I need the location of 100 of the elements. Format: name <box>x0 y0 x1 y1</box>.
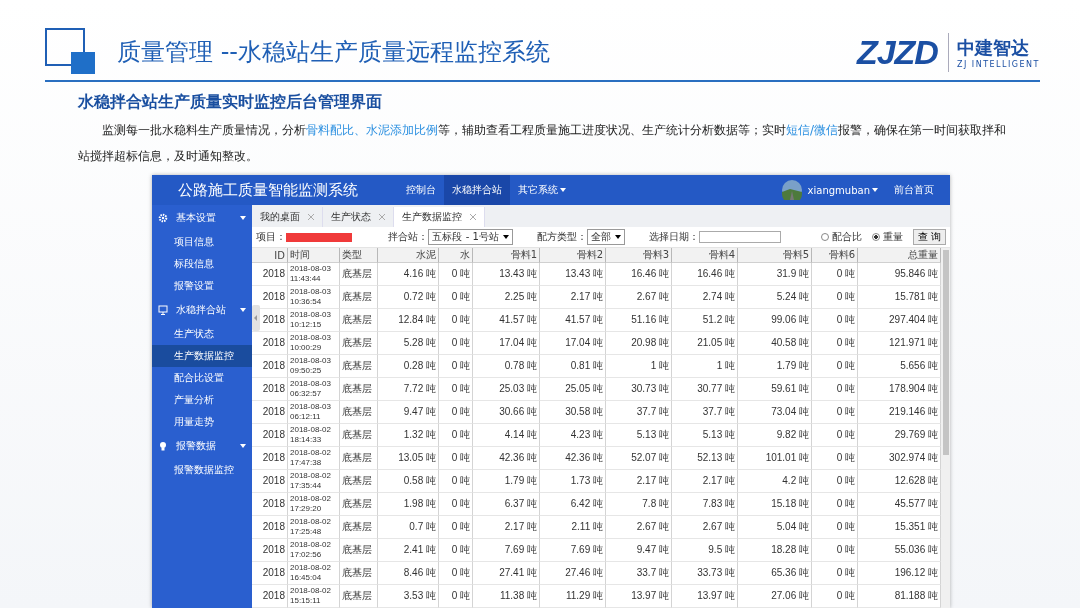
sidebar-item[interactable]: 用量走势 <box>152 411 252 433</box>
table-cell: 2.67 吨 <box>606 286 672 309</box>
radio-option[interactable]: 重量 <box>871 230 903 244</box>
table-cell: 2018-08-02 17:47:38 <box>288 447 340 470</box>
table-cell: 底基层 <box>340 286 378 309</box>
table-cell: 2.17 吨 <box>672 470 738 493</box>
table-cell: 37.7 吨 <box>672 401 738 424</box>
sidebar-group[interactable]: 基本设置 <box>152 205 252 231</box>
column-header: 骨料2 <box>540 248 606 263</box>
close-icon[interactable] <box>470 214 476 220</box>
table-cell: 0 吨 <box>439 309 473 332</box>
table-cell: 2018 <box>252 332 288 355</box>
table-cell: 1.79 吨 <box>738 355 812 378</box>
slide-subtitle: 水稳拌合站生产质量实时监控后台管理界面 <box>78 92 383 113</box>
nav-item[interactable]: 控制台 <box>398 175 444 205</box>
filter-label: 拌合站： <box>388 230 429 244</box>
column-header: 骨料1 <box>473 248 540 263</box>
sidebar-item[interactable]: 产量分析 <box>152 389 252 411</box>
table-cell: 9.82 吨 <box>738 424 812 447</box>
table-cell: 底基层 <box>340 401 378 424</box>
filter-label: 选择日期： <box>648 230 699 244</box>
formula-select[interactable]: 全部 <box>586 229 625 245</box>
column-header: 骨料6 <box>812 248 858 263</box>
sidebar-item[interactable]: 配合比设置 <box>152 367 252 389</box>
table-cell: 0 吨 <box>812 539 858 562</box>
table-cell: 0 吨 <box>812 401 858 424</box>
table-cell: 底基层 <box>340 332 378 355</box>
table-cell: 0 吨 <box>812 493 858 516</box>
table-cell: 0 吨 <box>439 470 473 493</box>
scrollbar[interactable] <box>941 248 950 608</box>
date-field[interactable] <box>698 231 781 243</box>
table-cell: 4.23 吨 <box>540 424 606 447</box>
caret-icon <box>240 216 246 220</box>
collapse-handle-icon[interactable] <box>252 305 260 331</box>
table-cell: 41.57 吨 <box>540 309 606 332</box>
column-header: 类型 <box>340 248 378 263</box>
user-menu[interactable]: xiangmuban <box>807 184 878 196</box>
home-link[interactable]: 前台首页 <box>894 183 934 197</box>
table-cell: 13.97 吨 <box>606 585 672 608</box>
table-cell: 2018-08-03 09:50:25 <box>288 355 340 378</box>
caret-icon <box>240 444 246 448</box>
table-cell: 17.04 吨 <box>473 332 540 355</box>
avatar[interactable] <box>781 180 802 200</box>
table-cell: 底基层 <box>340 562 378 585</box>
table-cell: 2018-08-02 17:25:48 <box>288 516 340 539</box>
table-cell: 21.05 吨 <box>672 332 738 355</box>
sidebar-group[interactable]: 水稳拌合站 <box>152 297 252 323</box>
table-cell: 0 吨 <box>439 493 473 516</box>
tab[interactable]: 我的桌面 <box>252 207 323 227</box>
table-cell: 2018-08-02 18:14:33 <box>288 424 340 447</box>
logo-mark: ZJZD <box>856 32 949 72</box>
table-cell: 9.47 吨 <box>378 401 439 424</box>
sidebar-item[interactable]: 项目信息 <box>152 231 252 253</box>
table-cell: 2.67 吨 <box>672 516 738 539</box>
table-cell: 27.41 吨 <box>473 562 540 585</box>
sidebar-item[interactable]: 标段信息 <box>152 253 252 275</box>
table-cell: 0 吨 <box>439 424 473 447</box>
table-cell: 1.32 吨 <box>378 424 439 447</box>
sidebar-item[interactable]: 报警设置 <box>152 275 252 297</box>
table-cell: 18.28 吨 <box>738 539 812 562</box>
close-icon[interactable] <box>308 214 314 220</box>
table-cell: 11.38 吨 <box>473 585 540 608</box>
table-cell: 底基层 <box>340 516 378 539</box>
table-cell: 1.79 吨 <box>473 470 540 493</box>
table-cell: 31.9 吨 <box>738 263 812 286</box>
logo-tagline: ZJ INTELLIGENT <box>956 59 1040 69</box>
monitor-icon <box>158 305 168 315</box>
table-cell: 6.42 吨 <box>540 493 606 516</box>
table-cell: 0 吨 <box>439 378 473 401</box>
table-cell: 0 吨 <box>812 355 858 378</box>
table-cell: 0 吨 <box>439 263 473 286</box>
table-cell: 0.72 吨 <box>378 286 439 309</box>
close-icon[interactable] <box>379 214 385 220</box>
table-cell: 2018 <box>252 493 288 516</box>
table-cell: 0.7 吨 <box>378 516 439 539</box>
table-cell: 2.17 吨 <box>606 470 672 493</box>
table-cell: 6.37 吨 <box>473 493 540 516</box>
sidebar-item[interactable]: 生产状态 <box>152 323 252 345</box>
table-cell: 0 吨 <box>812 447 858 470</box>
table-cell: 0 吨 <box>812 286 858 309</box>
sidebar-group[interactable]: 报警数据 <box>152 433 252 459</box>
table-cell: 0 吨 <box>812 309 858 332</box>
query-button[interactable]: 查 询 <box>912 229 946 245</box>
table-cell: 2018 <box>252 562 288 585</box>
table-cell: 0 吨 <box>439 562 473 585</box>
slide-title: 质量管理 --水稳站生产质量远程监控系统 <box>117 37 551 68</box>
radio-option[interactable]: 配合比 <box>820 230 862 244</box>
column-header: 骨料5 <box>738 248 812 263</box>
nav-item[interactable]: 水稳拌合站 <box>444 175 510 205</box>
tab[interactable]: 生产数据监控 <box>394 207 485 227</box>
station-select[interactable]: 五标段 - 1号站 <box>428 229 513 245</box>
sidebar-item[interactable]: 报警数据监控 <box>152 459 252 481</box>
sidebar-item[interactable]: 生产数据监控 <box>152 345 252 367</box>
table-cell: 底基层 <box>340 493 378 516</box>
table-cell: 2018-08-03 06:32:57 <box>288 378 340 401</box>
table-cell: 2018 <box>252 424 288 447</box>
nav-item[interactable]: 其它系统 <box>510 175 574 205</box>
table-cell: 4.16 吨 <box>378 263 439 286</box>
table-cell: 9.47 吨 <box>606 539 672 562</box>
table-cell: 7.69 吨 <box>540 539 606 562</box>
